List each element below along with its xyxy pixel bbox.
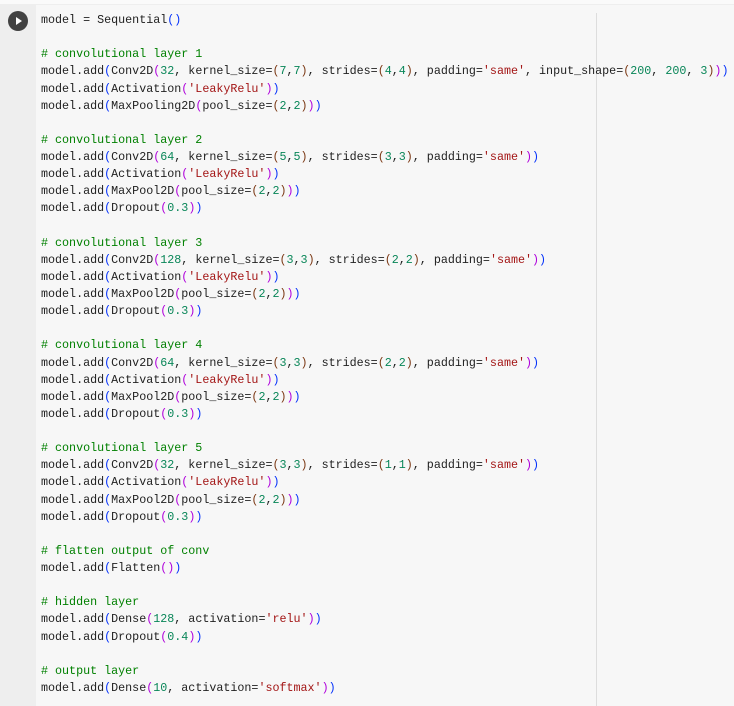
code-line: # convolutional layer 2 <box>41 132 203 147</box>
code-line: model.add(Conv2D(32, kernel_size=(3,3), … <box>41 458 540 473</box>
code-line: model = Sequential() <box>41 13 182 27</box>
code-line: model.add(Conv2D(64, kernel_size=(5,5), … <box>41 150 540 164</box>
code-line: model.add(Dense(128, activation='relu')) <box>41 612 322 627</box>
code-line: # convolutional layer 4 <box>41 338 203 353</box>
code-line: model.add(Dense(10, activation='softmax'… <box>41 680 336 695</box>
code-line: model.add(MaxPool2D(pool_size=(2,2))) <box>41 492 301 507</box>
code-line: model.add(Conv2D(128, kernel_size=(3,3),… <box>41 252 547 267</box>
code-line: model.add(Activation('LeakyRelu')) <box>41 372 280 387</box>
code-line: model.add(Activation('LeakyRelu')) <box>41 81 280 96</box>
code-line: # convolutional layer 5 <box>41 441 203 456</box>
code-line: model.add(Flatten()) <box>41 561 182 575</box>
code-line: # convolutional layer 1 <box>41 47 203 62</box>
code-line: model.add(MaxPool2D(pool_size=(2,2))) <box>41 287 301 301</box>
code-line: model.add(Dropout(0.3)) <box>41 304 203 319</box>
code-line: model.add(MaxPool2D(pool_size=(2,2))) <box>41 184 301 199</box>
code-line: model.add(Dropout(0.4)) <box>41 629 203 644</box>
play-icon <box>16 17 22 25</box>
code-line: model.add(Dropout(0.3)) <box>41 201 203 216</box>
code-line: model.add(Dropout(0.3)) <box>41 509 203 524</box>
code-line: model.add(MaxPooling2D(pool_size=(2,2))) <box>41 98 322 113</box>
cell-gutter <box>0 5 36 706</box>
code-line: # convolutional layer 3 <box>41 235 203 250</box>
code-line: model.add(Activation('LeakyRelu')) <box>41 475 280 490</box>
code-cell[interactable]: model = Sequential() # convolutional lay… <box>0 5 734 706</box>
code-line: model.add(Conv2D(64, kernel_size=(3,3), … <box>41 355 540 370</box>
code-line: model.add(MaxPool2D(pool_size=(2,2))) <box>41 389 301 404</box>
code-line: # flatten output of conv <box>41 543 210 558</box>
code-line: # output layer <box>41 663 140 678</box>
code-line: # hidden layer <box>41 595 140 610</box>
code-line: model.add(Conv2D(32, kernel_size=(7,7), … <box>41 64 729 79</box>
code-line: model.add(Activation('LeakyRelu')) <box>41 167 280 182</box>
code-line: model.add(Activation('LeakyRelu')) <box>41 269 280 284</box>
code-line: model.add(Dropout(0.3)) <box>41 406 203 421</box>
run-cell-button[interactable] <box>8 11 28 31</box>
code-editor[interactable]: model = Sequential() # convolutional lay… <box>41 12 728 697</box>
